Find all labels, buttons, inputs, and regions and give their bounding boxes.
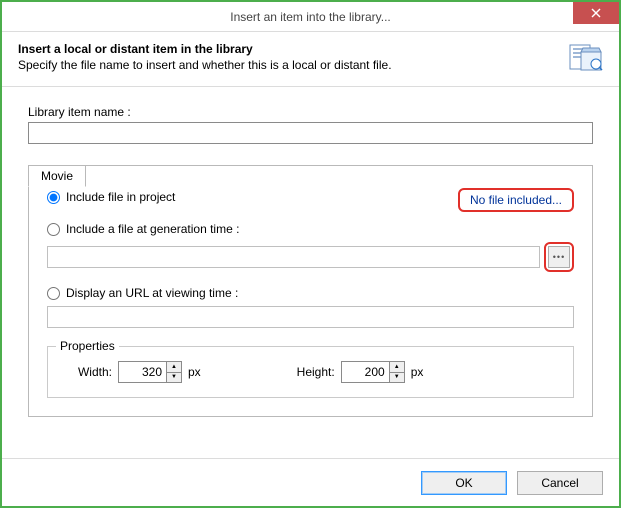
properties-legend: Properties bbox=[56, 339, 119, 353]
dialog-header: Insert a local or distant item in the li… bbox=[2, 32, 619, 87]
properties-group: Properties Width: ▲ ▼ px bbox=[47, 346, 574, 398]
generation-path-input[interactable] bbox=[47, 246, 540, 268]
height-input[interactable] bbox=[341, 361, 389, 383]
tab-movie[interactable]: Movie bbox=[28, 165, 86, 187]
dialog-body: Library item name : Movie Include file i… bbox=[2, 87, 619, 417]
radio-include-project[interactable]: Include file in project bbox=[47, 190, 175, 204]
close-icon bbox=[591, 8, 601, 18]
titlebar: Insert an item into the library... bbox=[2, 2, 619, 32]
radio-include-generation-input[interactable] bbox=[47, 223, 60, 236]
radio-display-url-input[interactable] bbox=[47, 287, 60, 300]
close-button[interactable] bbox=[573, 2, 619, 24]
header-sub: Specify the file name to insert and whet… bbox=[18, 58, 392, 72]
url-input[interactable] bbox=[47, 306, 574, 328]
cancel-button[interactable]: Cancel bbox=[517, 471, 603, 495]
ok-button[interactable]: OK bbox=[421, 471, 507, 495]
width-up[interactable]: ▲ bbox=[166, 361, 182, 372]
include-row: Include file in project No file included… bbox=[47, 188, 574, 212]
width-down[interactable]: ▼ bbox=[166, 372, 182, 384]
height-label: Height: bbox=[287, 365, 335, 379]
library-name-label: Library item name : bbox=[28, 105, 593, 119]
dimensions-row: Width: ▲ ▼ px He bbox=[64, 361, 557, 383]
height-spinner[interactable]: ▲ ▼ bbox=[341, 361, 405, 383]
radio-display-url-label: Display an URL at viewing time : bbox=[66, 286, 238, 300]
radio-include-project-input[interactable] bbox=[47, 191, 60, 204]
generation-path-row: ••• bbox=[47, 242, 574, 272]
header-heading: Insert a local or distant item in the li… bbox=[18, 42, 392, 56]
height-up[interactable]: ▲ bbox=[389, 361, 405, 372]
library-name-input[interactable] bbox=[28, 122, 593, 144]
width-unit: px bbox=[188, 365, 201, 379]
width-label: Width: bbox=[64, 365, 112, 379]
browse-button[interactable]: ••• bbox=[548, 246, 570, 268]
radio-display-url[interactable]: Display an URL at viewing time : bbox=[47, 286, 574, 300]
height-group: Height: ▲ ▼ px bbox=[287, 361, 424, 383]
width-group: Width: ▲ ▼ px bbox=[64, 361, 201, 383]
tabs: Movie Include file in project No file in… bbox=[28, 165, 593, 417]
no-file-badge: No file included... bbox=[458, 188, 574, 212]
header-text: Insert a local or distant item in the li… bbox=[18, 42, 392, 72]
radio-include-project-label: Include file in project bbox=[66, 190, 175, 204]
dialog-window: Insert an item into the library... Inser… bbox=[0, 0, 621, 508]
window-title: Insert an item into the library... bbox=[230, 10, 391, 24]
height-down[interactable]: ▼ bbox=[389, 372, 405, 384]
browse-highlight: ••• bbox=[544, 242, 574, 272]
radio-include-generation-label: Include a file at generation time : bbox=[66, 222, 239, 236]
tab-panel-movie: Include file in project No file included… bbox=[28, 165, 593, 417]
ellipsis-icon: ••• bbox=[553, 253, 565, 262]
height-unit: px bbox=[411, 365, 424, 379]
url-row bbox=[47, 306, 574, 328]
width-input[interactable] bbox=[118, 361, 166, 383]
radio-include-generation[interactable]: Include a file at generation time : bbox=[47, 222, 574, 236]
dialog-footer: OK Cancel bbox=[2, 458, 619, 506]
library-icon bbox=[569, 42, 603, 72]
width-spinner[interactable]: ▲ ▼ bbox=[118, 361, 182, 383]
